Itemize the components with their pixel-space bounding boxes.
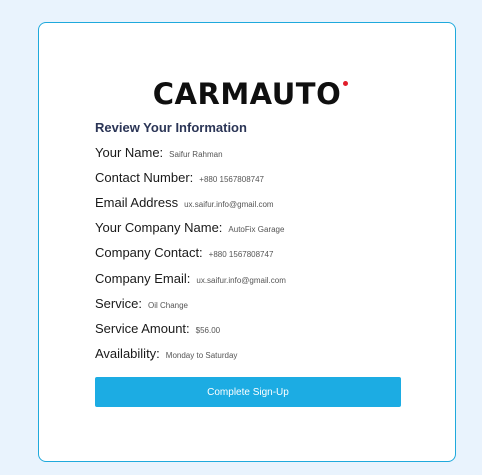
brand-logo: CARMAUTO xyxy=(39,77,455,111)
review-card: CARMAUTO Review Your Information Your Na… xyxy=(38,22,456,462)
brand-name: CARMAUTO xyxy=(152,77,342,111)
field-company-email: Company Email: ux.saifur.info@gmail.com xyxy=(95,271,286,286)
field-company-name: Your Company Name: AutoFix Garage xyxy=(95,220,284,235)
field-label: Email Address xyxy=(95,195,179,210)
field-label: Your Company Name: xyxy=(95,220,223,235)
field-availability: Availability: Monday to Saturday xyxy=(95,346,237,361)
field-value: ux.saifur.info@gmail.com xyxy=(184,200,274,209)
field-value: Saifur Rahman xyxy=(169,150,223,159)
field-label: Service Amount: xyxy=(95,321,190,336)
field-label: Company Email: xyxy=(95,271,191,286)
field-service: Service: Oil Change xyxy=(95,296,188,311)
field-label: Company Contact: xyxy=(95,245,203,260)
complete-sign-up-button[interactable]: Complete Sign-Up xyxy=(95,377,401,407)
field-contact-number: Contact Number: +880 1567808747 xyxy=(95,170,264,185)
field-value: AutoFix Garage xyxy=(228,225,285,234)
field-value: ux.saifur.info@gmail.com xyxy=(196,276,286,285)
field-value: +880 1567808747 xyxy=(199,175,264,184)
brand-dot-icon xyxy=(343,81,349,86)
review-title: Review Your Information xyxy=(95,120,247,135)
field-value: $56.00 xyxy=(195,326,221,335)
field-service-amount: Service Amount: $56.00 xyxy=(95,321,220,336)
field-your-name: Your Name: Saifur Rahman xyxy=(95,145,223,160)
field-value: Oil Change xyxy=(147,301,188,310)
field-label: Contact Number: xyxy=(95,170,194,185)
field-email-address: Email Address ux.saifur.info@gmail.com xyxy=(95,195,274,210)
field-label: Availability: xyxy=(95,346,160,361)
field-value: +880 1567808747 xyxy=(208,250,274,259)
field-company-contact: Company Contact: +880 1567808747 xyxy=(95,245,273,260)
field-value: Monday to Saturday xyxy=(165,351,238,360)
field-label: Service: xyxy=(95,296,142,311)
field-label: Your Name: xyxy=(95,145,164,160)
